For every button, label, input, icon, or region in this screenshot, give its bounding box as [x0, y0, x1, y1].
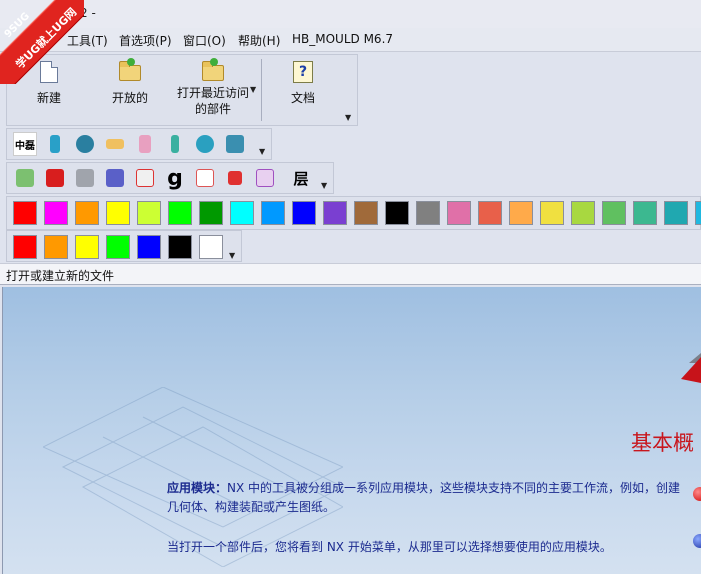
- menu-bar: 工具(T) 首选项(P) 窗口(O) 帮助(H) HB_MOULD M6.7: [0, 28, 701, 52]
- color-swatch[interactable]: [602, 201, 626, 225]
- paragraph-start-menu: 当打开一个部件后，您将看到 NX 开始菜单，从那里可以选择想要使用的应用模块。: [167, 540, 612, 554]
- sprue-icon[interactable]: [133, 132, 157, 156]
- color-swatch[interactable]: [13, 235, 37, 259]
- color-swatch[interactable]: [664, 201, 688, 225]
- open-recent-button[interactable]: 打开最近访问 的部件: [173, 58, 253, 117]
- color-swatch[interactable]: [385, 201, 409, 225]
- grey-box-icon[interactable]: [73, 166, 97, 190]
- color-palette-large: [6, 196, 701, 230]
- menu-hb-mould[interactable]: HB_MOULD M6.7: [292, 32, 393, 46]
- open-button[interactable]: 开放的: [107, 58, 153, 106]
- cooling-icon[interactable]: [103, 132, 127, 156]
- wireframe-icon[interactable]: [193, 166, 217, 190]
- blue-bullet-icon: [693, 534, 701, 548]
- color-palette-small: ▼: [6, 230, 242, 262]
- help-doc-icon: ?: [293, 61, 313, 83]
- welcome-content: 基本概 应用模块：NX 中的工具被分组成一系列应用模块，这些模块支持不同的主要工…: [2, 287, 701, 574]
- mould-wizard-icon[interactable]: [43, 132, 67, 156]
- shaded-cube-icon[interactable]: [223, 166, 247, 190]
- color-swatch[interactable]: [13, 201, 37, 225]
- color-swatch[interactable]: [230, 201, 254, 225]
- color-swatch[interactable]: [106, 235, 130, 259]
- color-swatch[interactable]: [137, 201, 161, 225]
- paragraph-modules-bold: 应用模块：: [167, 481, 228, 495]
- color-swatch[interactable]: [540, 201, 564, 225]
- color-swatch[interactable]: [44, 235, 68, 259]
- decor-red-shape: [681, 357, 701, 383]
- layer-icon[interactable]: 层: [289, 166, 313, 190]
- doc-label: 文档: [290, 91, 315, 105]
- view-fit-icon[interactable]: [13, 166, 37, 190]
- menu-window[interactable]: 窗口(O): [183, 32, 226, 49]
- color-swatch[interactable]: [354, 201, 378, 225]
- mould-toolbar-overflow-icon[interactable]: ▼: [259, 147, 265, 156]
- camera-icon[interactable]: [253, 166, 277, 190]
- title-bar: 2 -: [0, 0, 701, 28]
- documentation-button[interactable]: ? 文档: [283, 59, 323, 106]
- gate-icon[interactable]: [193, 132, 217, 156]
- recent-label-1: 打开最近访问: [176, 86, 249, 100]
- section-icon[interactable]: [133, 166, 157, 190]
- panel-header: 打开或建立新的文件: [0, 263, 701, 285]
- red-bullet-icon: [693, 487, 701, 501]
- color-swatch[interactable]: [633, 201, 657, 225]
- color-swatch[interactable]: [447, 201, 471, 225]
- palette-overflow-icon[interactable]: ▼: [229, 251, 235, 260]
- toolbar-separator: [261, 59, 262, 121]
- red-cube-icon[interactable]: [43, 166, 67, 190]
- watermark-badge: 9SUG 学UG就上UG网: [0, 0, 84, 84]
- color-swatch[interactable]: [478, 201, 502, 225]
- content-heading: 基本概: [631, 431, 694, 455]
- color-swatch[interactable]: [199, 235, 223, 259]
- color-swatch[interactable]: [168, 235, 192, 259]
- color-swatch[interactable]: [509, 201, 533, 225]
- paragraph-modules: 应用模块：NX 中的工具被分组成一系列应用模块，这些模块支持不同的主要工作流，例…: [167, 479, 687, 517]
- recent-label-2: 的部件: [194, 102, 231, 116]
- color-swatch[interactable]: [137, 235, 161, 259]
- blue-box-icon[interactable]: [103, 166, 127, 190]
- mould-toolbar: 中磊 ▼: [6, 128, 272, 160]
- paragraph-modules-text: NX 中的工具被分组成一系列应用模块，这些模块支持不同的主要工作流，例如，创建几…: [167, 481, 681, 514]
- color-swatch[interactable]: [416, 201, 440, 225]
- recent-dropdown-icon[interactable]: ▼: [250, 85, 256, 94]
- g-letter-icon[interactable]: g: [163, 166, 187, 191]
- open-label: 开放的: [111, 91, 148, 105]
- slide-icon[interactable]: [163, 132, 187, 156]
- zhonglei-icon[interactable]: 中磊: [13, 132, 37, 156]
- color-swatch[interactable]: [75, 201, 99, 225]
- ejector-pin-icon[interactable]: [73, 132, 97, 156]
- recent-folder-icon: [202, 58, 224, 81]
- menu-help[interactable]: 帮助(H): [238, 32, 280, 49]
- menu-preferences[interactable]: 首选项(P): [119, 32, 172, 49]
- color-swatch[interactable]: [168, 201, 192, 225]
- mould-base-icon[interactable]: [223, 132, 247, 156]
- panel-title: 打开或建立新的文件: [6, 269, 115, 283]
- color-swatch[interactable]: [323, 201, 347, 225]
- view-toolbar-overflow-icon[interactable]: ▼: [321, 181, 327, 190]
- standard-toolbar-overflow-icon[interactable]: ▼: [345, 113, 351, 122]
- view-toolbar: g 层 ▼: [6, 162, 334, 194]
- color-swatch[interactable]: [75, 235, 99, 259]
- color-swatch[interactable]: [292, 201, 316, 225]
- color-swatch[interactable]: [44, 201, 68, 225]
- color-swatch[interactable]: [695, 201, 701, 225]
- color-swatch[interactable]: [199, 201, 223, 225]
- new-label: 新建: [36, 91, 61, 105]
- color-swatch[interactable]: [571, 201, 595, 225]
- open-folder-icon: [119, 58, 141, 81]
- color-swatch[interactable]: [261, 201, 285, 225]
- color-swatch[interactable]: [106, 201, 130, 225]
